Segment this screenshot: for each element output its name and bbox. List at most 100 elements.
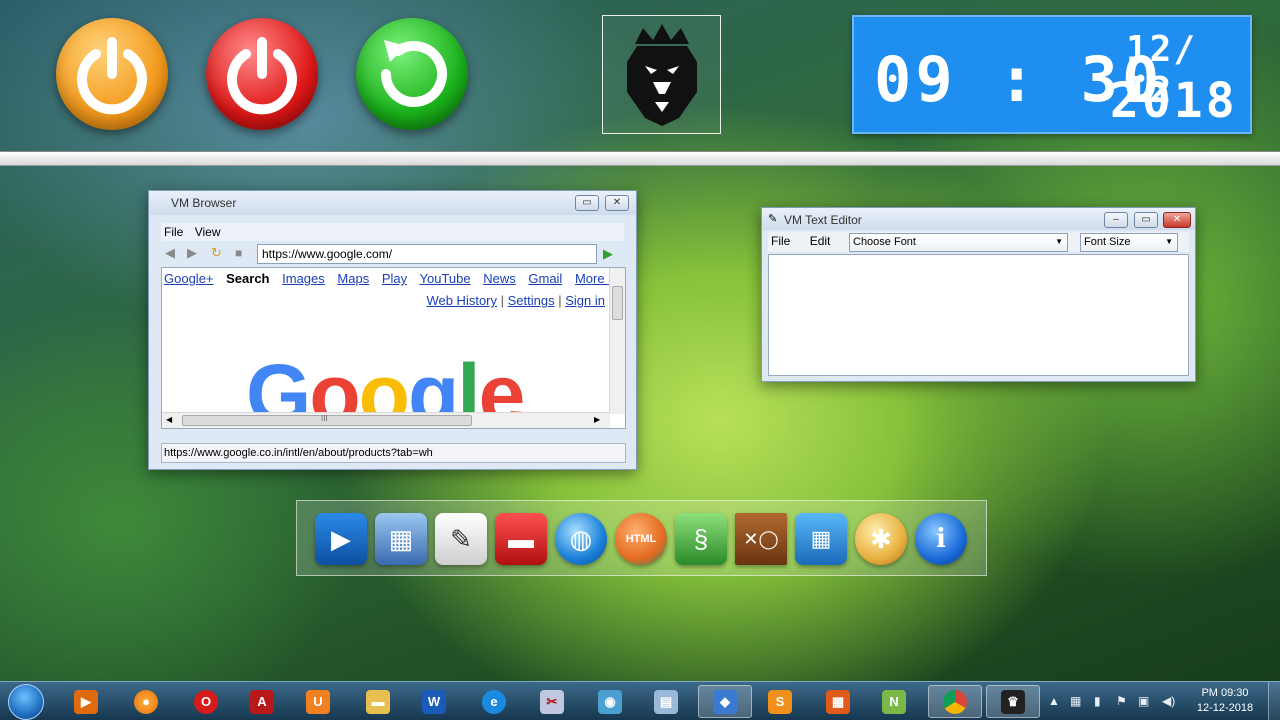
minimize-button[interactable]: – — [1104, 212, 1128, 228]
flag-icon[interactable]: ⚑ — [1116, 694, 1127, 708]
power-icon — [227, 37, 297, 115]
stop-icon[interactable]: ■ — [235, 246, 242, 260]
grip-icon: III — [321, 414, 328, 423]
link-images[interactable]: Images — [282, 271, 325, 286]
scroll-right-arrow[interactable]: ▶ — [594, 415, 600, 424]
calculator-icon[interactable]: ▦ — [795, 513, 847, 565]
taskbar-vm-os[interactable]: ♛ — [986, 685, 1040, 718]
taskbar-notes[interactable]: ▤ — [646, 685, 686, 718]
sublime-icon: S — [768, 689, 792, 714]
link-sign-in[interactable]: Sign in — [565, 293, 605, 308]
back-arrow-icon[interactable]: ◀ — [165, 246, 175, 260]
link-news[interactable]: News — [483, 271, 516, 286]
volume-icon[interactable]: ◀) — [1162, 694, 1175, 708]
taskbar-word[interactable]: W — [414, 685, 454, 718]
link-search[interactable]: Search — [226, 271, 269, 286]
restart-icon — [381, 40, 447, 107]
taskbar-sublime[interactable]: S — [760, 685, 800, 718]
uc-icon: U — [306, 689, 330, 714]
pencil-notepad-icon[interactable]: ✎ — [435, 513, 487, 565]
tray-clock[interactable]: PM 09:30 12-12-2018 — [1190, 686, 1260, 716]
menu-file[interactable]: File — [161, 223, 188, 239]
network-icon[interactable]: ▦ — [1070, 694, 1081, 708]
taskbar-firefox[interactable]: ● — [126, 685, 166, 718]
restart-button[interactable] — [356, 18, 468, 130]
lion-king-icon — [627, 24, 697, 126]
opera-icon: O — [194, 689, 218, 714]
taskbar-media-player[interactable]: ▶ — [66, 685, 106, 718]
sleep-button[interactable] — [56, 18, 168, 130]
vertical-scrollbar[interactable] — [609, 268, 625, 414]
chevron-down-icon: ▼ — [1165, 237, 1173, 246]
taskbar-opera[interactable]: O — [186, 685, 226, 718]
play-icon: ▶ — [74, 689, 98, 714]
video-player-icon[interactable]: ▶ — [315, 513, 367, 565]
palette-icon[interactable]: ✱ — [855, 513, 907, 565]
font-size-dropdown[interactable]: Font Size ▼ — [1080, 233, 1178, 252]
taskbar-media-center[interactable]: ◉ — [590, 685, 630, 718]
scroll-left-arrow[interactable]: ◀ — [166, 415, 172, 424]
taskbar-office[interactable]: ▦ — [818, 685, 858, 718]
link-gmail[interactable]: Gmail — [528, 271, 562, 286]
link-settings[interactable]: Settings — [508, 293, 555, 308]
taskbar: ▶ ● O A U ▬ W e ✂ ◉ ▤ ◆ S ▦ N ♛ ▲ ▦ ▮ ⚑ … — [0, 681, 1280, 720]
power-plug-icon[interactable]: ▣ — [1138, 694, 1149, 708]
restore-button[interactable]: ▭ — [575, 195, 599, 211]
os-logo — [602, 15, 721, 134]
taskbar-acrobat[interactable]: A — [242, 685, 282, 718]
menu-edit[interactable]: Edit — [807, 232, 836, 248]
editor-titlebar[interactable]: ✎ VM Text Editor – ▭ ✕ — [762, 208, 1195, 230]
info-icon[interactable]: i — [915, 513, 967, 565]
firefox-icon: ● — [134, 689, 158, 714]
menu-view[interactable]: View — [192, 223, 226, 239]
font-dropdown[interactable]: Choose Font ▼ — [849, 233, 1068, 252]
google-nav-links: Google+ Search Images Maps Play YouTube … — [164, 271, 624, 286]
show-hidden-icons-icon[interactable]: ▲ — [1048, 694, 1060, 708]
taskbar-internet-explorer[interactable]: e — [474, 685, 514, 718]
maximize-button[interactable]: ▭ — [1134, 212, 1158, 228]
browser-titlebar[interactable]: VM Browser ▭ ✕ — [149, 191, 636, 215]
snake-icon[interactable]: § — [675, 513, 727, 565]
menu-file[interactable]: File — [768, 232, 795, 248]
tictactoe-icon[interactable]: ✕◯ — [735, 513, 787, 565]
scroll-thumb[interactable] — [612, 286, 623, 320]
signal-icon[interactable]: ▮ — [1094, 694, 1101, 708]
horizontal-scrollbar[interactable]: ◀ III ▶ — [162, 412, 610, 428]
taskbar-chrome[interactable] — [928, 685, 982, 718]
close-button[interactable]: ✕ — [1163, 212, 1191, 228]
editor-text-area[interactable] — [768, 254, 1189, 376]
start-button[interactable] — [8, 684, 44, 720]
taskbar-virtualbox[interactable]: ◆ — [698, 685, 752, 718]
clock-year: 2018 — [1110, 73, 1238, 129]
shutdown-button[interactable] — [206, 18, 318, 130]
globe-icon[interactable]: ◍ — [555, 513, 607, 565]
link-play[interactable]: Play — [382, 271, 407, 286]
folder-icon[interactable]: ▬ — [495, 513, 547, 565]
link-maps[interactable]: Maps — [337, 271, 369, 286]
clock-panel: 09 : 30 12/ 12 2018 — [852, 15, 1252, 134]
taskbar-uc-browser[interactable]: U — [298, 685, 338, 718]
refresh-icon[interactable]: ↻ — [211, 246, 222, 260]
url-input[interactable]: https://www.google.com/ — [257, 244, 597, 264]
link-youtube[interactable]: YouTube — [420, 271, 471, 286]
link-web-history[interactable]: Web History — [426, 293, 497, 308]
show-desktop-button[interactable] — [1268, 682, 1280, 720]
window-title: VM Browser — [171, 196, 237, 210]
go-arrow-icon[interactable]: ▶ — [603, 246, 613, 262]
tray-date: 12-12-2018 — [1196, 702, 1254, 714]
browser-viewport[interactable]: Google+ Search Images Maps Play YouTube … — [161, 267, 626, 429]
link-google-plus[interactable]: Google+ — [164, 271, 214, 286]
notes-icon: ▤ — [654, 689, 678, 714]
taskbar-explorer[interactable]: ▬ — [358, 685, 398, 718]
forward-arrow-icon[interactable]: ▶ — [187, 246, 197, 260]
vm-text-editor-window[interactable]: ✎ VM Text Editor – ▭ ✕ File Edit Choose … — [761, 207, 1196, 382]
scroll-thumb-horizontal[interactable]: III — [182, 414, 472, 426]
photos-icon[interactable]: ▦ — [375, 513, 427, 565]
taskbar-notepad-plus[interactable]: N — [874, 685, 914, 718]
close-button[interactable]: ✕ — [605, 195, 629, 211]
folder-icon: ▬ — [366, 689, 390, 714]
html-icon[interactable]: HTML — [615, 513, 667, 565]
vm-browser-window[interactable]: VM Browser ▭ ✕ File View ◀ ▶ ↻ ■ https:/… — [148, 190, 637, 470]
word-icon: W — [422, 689, 446, 714]
taskbar-snipping-tool[interactable]: ✂ — [532, 685, 572, 718]
